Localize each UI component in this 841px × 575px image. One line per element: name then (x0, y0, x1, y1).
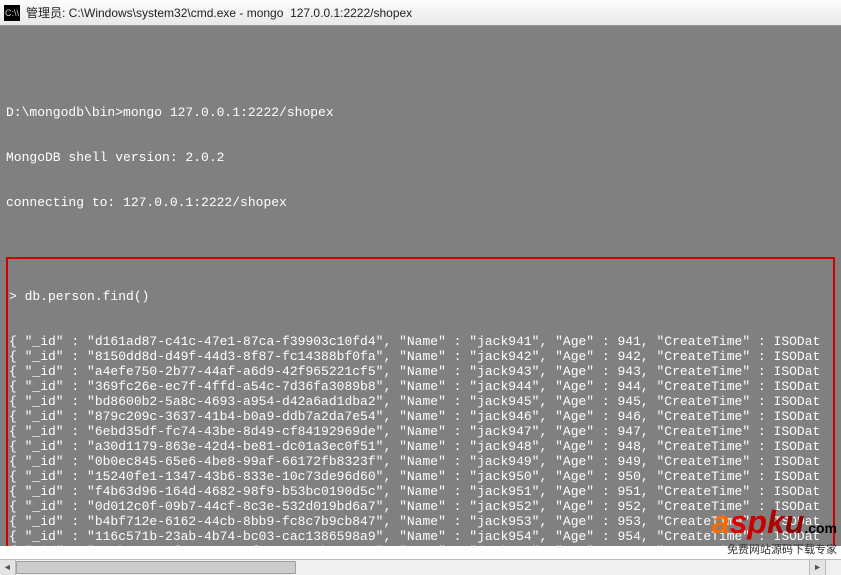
result-row: { "_id" : "0b0ec845-65e6-4be8-99af-66172… (9, 454, 832, 469)
watermark-dotcom: .com (804, 520, 837, 536)
blank-line (6, 60, 835, 75)
result-row: { "_id" : "f4b63d96-164d-4682-98f9-b53bc… (9, 484, 832, 499)
terminal[interactable]: D:\mongodb\bin>mongo 127.0.0.1:2222/shop… (0, 26, 841, 546)
titlebar-text: 管理员: C:\Windows\system32\cmd.exe - mongo… (26, 4, 412, 21)
scroll-track[interactable] (16, 560, 809, 575)
titlebar: C:\\ 管理员: C:\Windows\system32\cmd.exe - … (0, 0, 841, 26)
scroll-left-button[interactable]: ◄ (0, 560, 16, 575)
result-row: { "_id" : "15240fe1-1347-43b6-833e-10c73… (9, 469, 832, 484)
result-row: { "_id" : "116c571b-23ab-4b74-bc03-cac13… (9, 529, 832, 544)
result-row: { "_id" : "0d012c0f-09b7-44cf-8c3e-532d0… (9, 499, 832, 514)
horizontal-scrollbar[interactable]: ◄ ► (0, 559, 825, 575)
scroll-thumb[interactable] (16, 561, 296, 574)
connecting-line: connecting to: 127.0.0.1:2222/shopex (6, 195, 835, 210)
prompt-find: > db.person.find() (9, 289, 832, 304)
result-row: { "_id" : "a30d1179-863e-42d4-be81-dc01a… (9, 439, 832, 454)
find-result-block: > db.person.find() { "_id" : "d161ad87-c… (6, 257, 835, 546)
result-row: { "_id" : "b4bf712e-6162-44cb-8bb9-fc8c7… (9, 514, 832, 529)
watermark: aspku.com 免费网站源码下载专家 (712, 504, 837, 557)
cmd-invocation: D:\mongodb\bin>mongo 127.0.0.1:2222/shop… (6, 105, 835, 120)
shell-version: MongoDB shell version: 2.0.2 (6, 150, 835, 165)
result-row: { "_id" : "bd8600b2-5a8c-4693-a954-d42a6… (9, 394, 832, 409)
result-row: { "_id" : "369fc26e-ec7f-4ffd-a54c-7d36f… (9, 379, 832, 394)
result-row: { "_id" : "6ebd35df-fc74-43be-8d49-cf841… (9, 424, 832, 439)
watermark-tagline: 免费网站源码下载专家 (712, 541, 837, 557)
result-row: { "_id" : "a4efe750-2b77-44af-a6d9-42f96… (9, 364, 832, 379)
scroll-right-button[interactable]: ► (809, 560, 825, 575)
result-row: { "_id" : "879c209c-3637-41b4-b0a9-ddb7a… (9, 409, 832, 424)
result-row: { "_id" : "d161ad87-c41c-47e1-87ca-f3990… (9, 334, 832, 349)
cmd-icon: C:\\ (4, 5, 20, 21)
result-row: { "_id" : "8150dd8d-d49f-44d3-8f87-fc143… (9, 349, 832, 364)
scrollbar-corner (825, 559, 841, 575)
result-row: { "_id" : "e02be598-5fe6-47ec-9f14-89760… (9, 544, 832, 546)
